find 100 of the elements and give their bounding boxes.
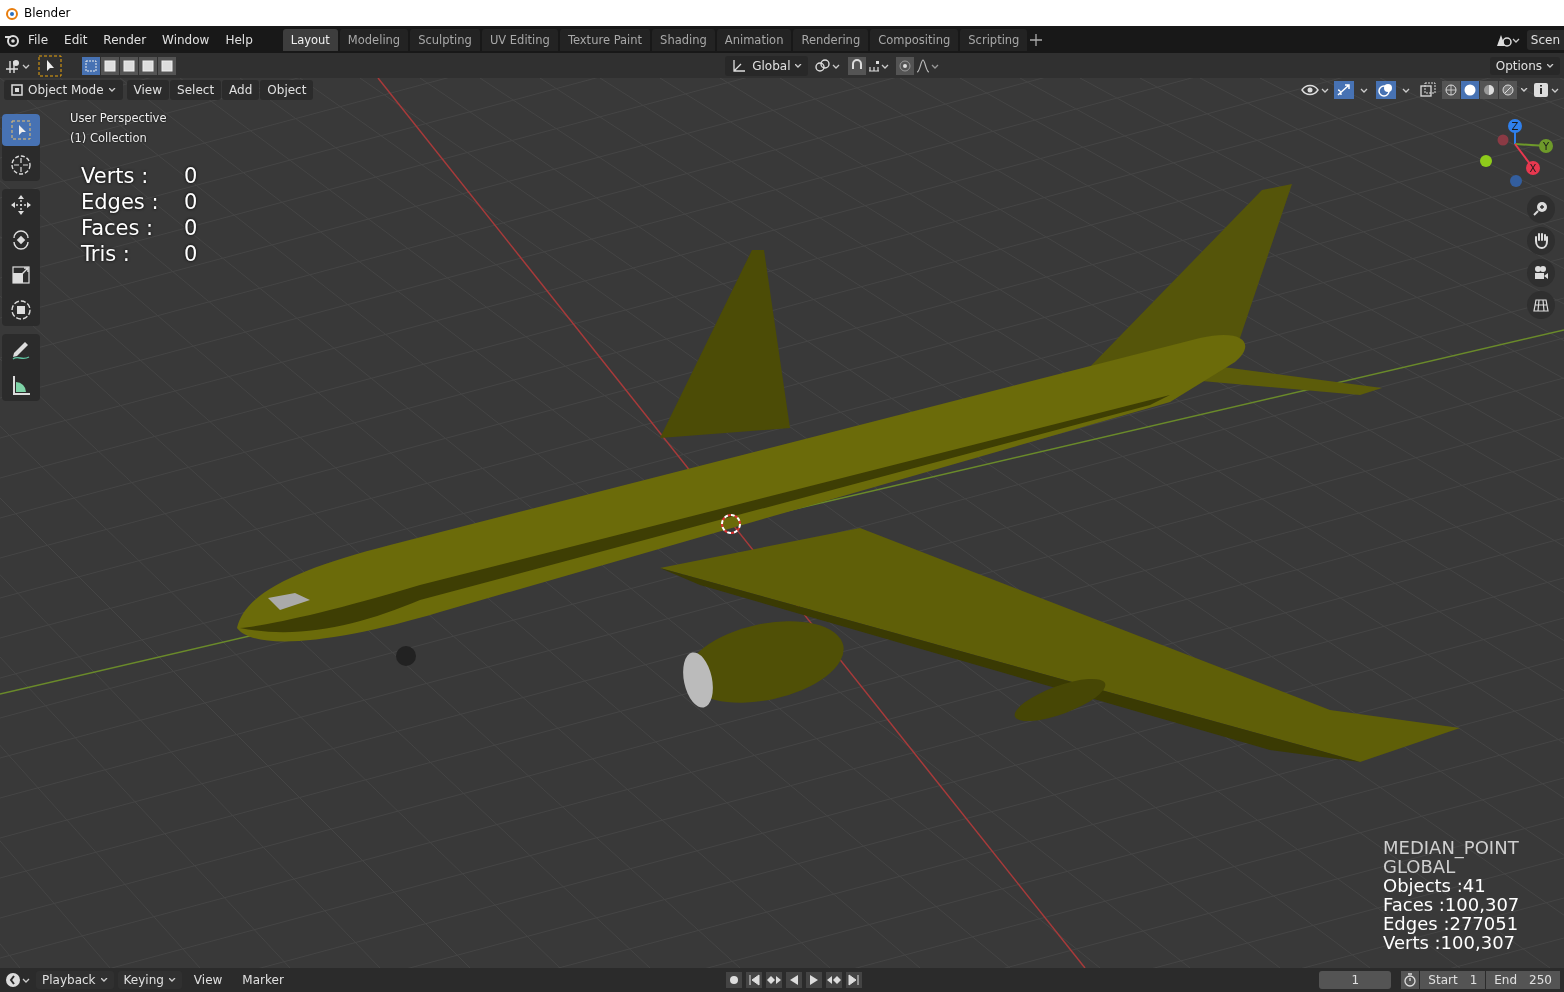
annotate-tool-icon	[10, 339, 32, 361]
measure-tool-icon	[10, 374, 32, 396]
caret-icon	[1547, 63, 1554, 68]
record-icon[interactable]	[725, 972, 742, 988]
shading-icon	[1483, 84, 1495, 96]
caret-icon	[100, 978, 108, 982]
stat-value: 0	[184, 242, 199, 266]
shading-mode-button[interactable]	[1461, 81, 1479, 99]
select-mode-icon	[123, 59, 135, 72]
caret-icon	[168, 978, 176, 982]
select-mode-icon	[85, 59, 97, 72]
shading-mode-button[interactable]	[1499, 81, 1517, 99]
zoom-icon	[1532, 200, 1550, 218]
menu-item[interactable]: Select	[170, 80, 222, 100]
workspace-tab[interactable]: Scripting	[960, 28, 1028, 51]
select-mode-icon	[142, 59, 154, 72]
clock-editor-icon[interactable]	[4, 971, 32, 989]
scene-stat: Edges :277051	[1383, 914, 1520, 933]
shading-icon	[1464, 84, 1476, 96]
select-mode-button[interactable]	[82, 56, 100, 75]
workspace-tab[interactable]: Texture Paint	[559, 28, 651, 51]
select-mode-button[interactable]	[101, 56, 119, 75]
shading-mode-button[interactable]	[1480, 81, 1498, 99]
stat-value: 0	[184, 190, 199, 214]
cursor-tool-icon	[10, 154, 32, 176]
mode-dropdown[interactable]: Object Mode	[4, 80, 123, 100]
select-mode-button[interactable]	[120, 56, 138, 75]
negative-axis-dot[interactable]	[1510, 175, 1522, 187]
view-name: User Perspective	[70, 111, 167, 125]
end-frame-field[interactable]: End 250	[1486, 971, 1560, 989]
play-icon[interactable]	[805, 972, 822, 988]
caret-icon	[108, 88, 116, 92]
stat-label: Faces :	[81, 216, 155, 240]
select-mode-icon	[161, 59, 173, 72]
axis-handle[interactable]: X	[1514, 143, 1540, 175]
shading-mode-button[interactable]	[1442, 81, 1460, 99]
add-icon[interactable]	[1029, 32, 1044, 47]
timeline-dropdown[interactable]: Playback	[36, 971, 114, 989]
select-tool-icon[interactable]	[38, 54, 62, 77]
select-mode-icon	[104, 59, 116, 72]
menu-item[interactable]: Render	[95, 29, 155, 50]
select-mode-button[interactable]	[139, 56, 157, 75]
workspace-tab[interactable]: UV Editing	[481, 28, 558, 51]
workspace-tab[interactable]: Rendering	[793, 28, 869, 51]
menu-item[interactable]: View	[185, 971, 231, 989]
play-reverse-icon[interactable]	[785, 972, 802, 988]
caret-icon	[1521, 88, 1528, 92]
menu-item[interactable]: Help	[217, 29, 261, 50]
xray-icon[interactable]	[1418, 81, 1438, 99]
scene-stat: Objects :41	[1383, 876, 1487, 895]
pan-icon	[1532, 232, 1550, 250]
stat-value: 0	[184, 216, 199, 240]
object-mode-icon	[11, 84, 23, 96]
negative-axis-dot[interactable]	[1497, 134, 1509, 146]
stat-label: Edges :	[81, 190, 160, 214]
info-icon[interactable]	[1532, 81, 1560, 99]
scene-stat: Faces :100,307	[1383, 895, 1520, 914]
3d-cursor-icon	[721, 514, 741, 534]
orientation-dropdown[interactable]: Global	[725, 55, 809, 76]
transform-tool-icon	[10, 299, 32, 321]
scene-stat: GLOBAL	[1383, 857, 1456, 876]
jump-end-icon[interactable]	[845, 972, 862, 988]
menu-item[interactable]: Window	[154, 29, 218, 50]
menu-item[interactable]: View	[126, 80, 170, 100]
scene-field[interactable]: Scen	[1526, 29, 1564, 50]
menu-item[interactable]: Add	[222, 80, 260, 100]
move-tool-icon	[10, 194, 32, 216]
workspace-tab[interactable]: Shading	[652, 28, 715, 51]
select-tool-icon	[10, 119, 32, 141]
menu-item[interactable]: Edit	[56, 29, 96, 50]
workspace-tab[interactable]: Layout	[282, 28, 338, 51]
timeline-dropdown[interactable]: Keying	[117, 971, 182, 989]
options-dropdown[interactable]: Options	[1489, 56, 1560, 75]
stat-value: 0	[184, 164, 199, 188]
axis-handle[interactable]: Y	[1514, 139, 1553, 153]
stopwatch-icon[interactable]	[1401, 971, 1420, 989]
select-mode-button[interactable]	[158, 56, 176, 75]
collection-name: (1) Collection	[70, 131, 148, 145]
negative-axis-dot[interactable]	[1480, 155, 1492, 167]
menu-item[interactable]: Marker	[234, 971, 292, 989]
rotate-tool-icon	[10, 229, 32, 251]
previous-keyframe-icon[interactable]	[765, 972, 782, 988]
stat-label: Verts :	[81, 164, 150, 188]
start-frame-field[interactable]: Start 1	[1420, 971, 1486, 989]
caret-icon	[795, 63, 803, 68]
workspace-tab[interactable]: Animation	[716, 28, 792, 51]
menu-item[interactable]: File	[20, 29, 57, 50]
workspace-tab[interactable]: Modeling	[339, 28, 409, 51]
current-frame-field[interactable]: 1	[1319, 971, 1392, 989]
snap-icon[interactable]	[848, 56, 891, 75]
menu-item[interactable]: Object	[260, 80, 314, 100]
proportional-edit-icon[interactable]	[896, 56, 941, 75]
scene-stat: MEDIAN_POINT	[1383, 838, 1520, 857]
workspace-tab[interactable]: Compositing	[870, 28, 959, 51]
workspace-tab[interactable]: Sculpting	[410, 28, 480, 51]
jump-start-icon[interactable]	[745, 972, 762, 988]
scale-tool-icon	[10, 264, 32, 286]
next-keyframe-icon[interactable]	[825, 972, 842, 988]
shading-icon	[1502, 84, 1514, 96]
scene-stat: Verts :100,307	[1383, 933, 1517, 952]
